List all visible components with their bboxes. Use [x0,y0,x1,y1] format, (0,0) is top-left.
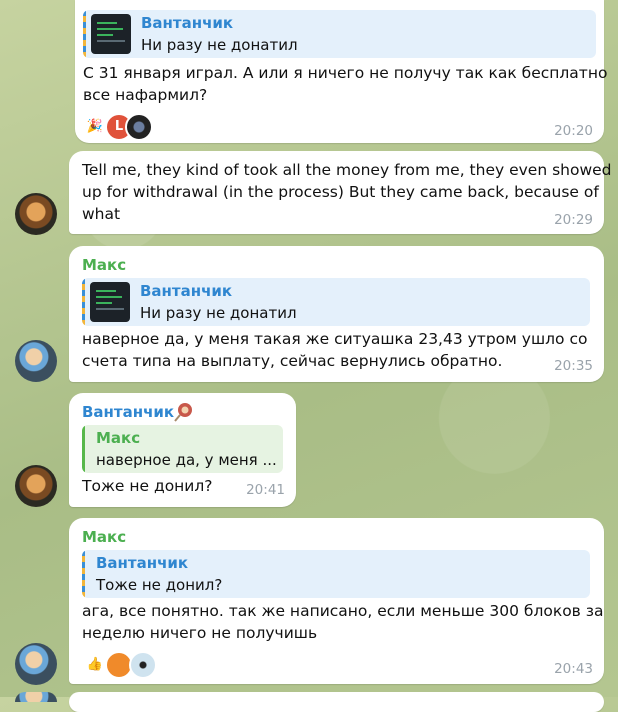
message-bubble[interactable]: Вантанчик Ни разу не донатил С 31 января… [75,0,608,143]
message-text-line: все нафармил? [83,86,208,104]
sender-name[interactable]: Макс [82,256,126,274]
message-bubble[interactable]: Макс Вантанчик Ни разу не донатил наверн… [69,246,604,382]
reply-quote[interactable]: Макс наверное да, у меня ... [82,425,283,473]
reply-text: наверное да, у меня ... [96,451,277,469]
message-text-line: неделю ничего не получишь [82,624,318,642]
reply-bar [82,278,85,326]
reply-text: Тоже не донил? [96,576,223,594]
avatar[interactable] [15,643,57,685]
reply-bar [82,425,85,473]
sender-name[interactable]: Макс [82,528,126,546]
reply-text: Ни разу не донатил [140,304,297,322]
reply-bar [83,10,86,58]
message-bubble[interactable] [69,692,604,712]
reply-sender-name: Вантанчик [96,554,189,572]
message-text-line: what [82,205,121,223]
message-text-line: счета типа на выплату, сейчас вернулись … [82,352,503,370]
avatar-dark-icon[interactable] [125,113,153,141]
message-text-line: Тоже не донил? [82,477,213,495]
message-text-line: up for withdrawal (in the process) But t… [82,183,599,201]
reply-quote[interactable]: Вантанчик Ни разу не донатил [83,10,596,58]
avatar[interactable] [15,340,57,382]
reply-bar [82,550,85,598]
reactions-bar[interactable]: 🎉 L [81,113,161,141]
avatar[interactable] [15,692,57,702]
lollipop-icon [173,401,195,423]
avatar-sunglasses-icon[interactable] [129,651,157,679]
avatar[interactable] [15,193,57,235]
reply-thumbnail [91,14,131,54]
message-time: 20:29 [554,212,593,228]
reply-sender-name: Макс [96,429,141,447]
message-time: 20:35 [554,358,593,374]
message-text-line: С 31 января играл. А или я ничего не пол… [83,64,608,82]
message-text-line: Tell me, they kind of took all the money… [82,161,612,179]
message-time: 20:41 [246,482,285,498]
sender-name[interactable]: Вантанчик [82,403,174,421]
message-bubble[interactable]: Макс Вантанчик Тоже не донил? ага, все п… [69,518,604,684]
message-text-line: наверное да, у меня такая же ситуашка 23… [82,330,588,348]
message-bubble[interactable]: Вантанчик Макс наверное да, у меня ... Т… [69,393,296,507]
message-time: 20:20 [554,123,593,139]
avatar[interactable] [15,465,57,507]
reply-text: Ни разу не донатил [141,36,298,54]
reply-quote[interactable]: Вантанчик Ни разу не донатил [82,278,590,326]
reply-sender-name: Вантанчик [141,14,234,32]
message-bubble[interactable]: Tell me, they kind of took all the money… [69,151,612,234]
reply-quote[interactable]: Вантанчик Тоже не донил? [82,550,590,598]
reply-sender-name: Вантанчик [140,282,233,300]
reactions-bar[interactable]: 👍 [81,651,161,679]
message-text-line: ага, все понятно. так же написано, если … [82,602,604,620]
reply-thumbnail [90,282,130,322]
message-time: 20:43 [554,661,593,677]
